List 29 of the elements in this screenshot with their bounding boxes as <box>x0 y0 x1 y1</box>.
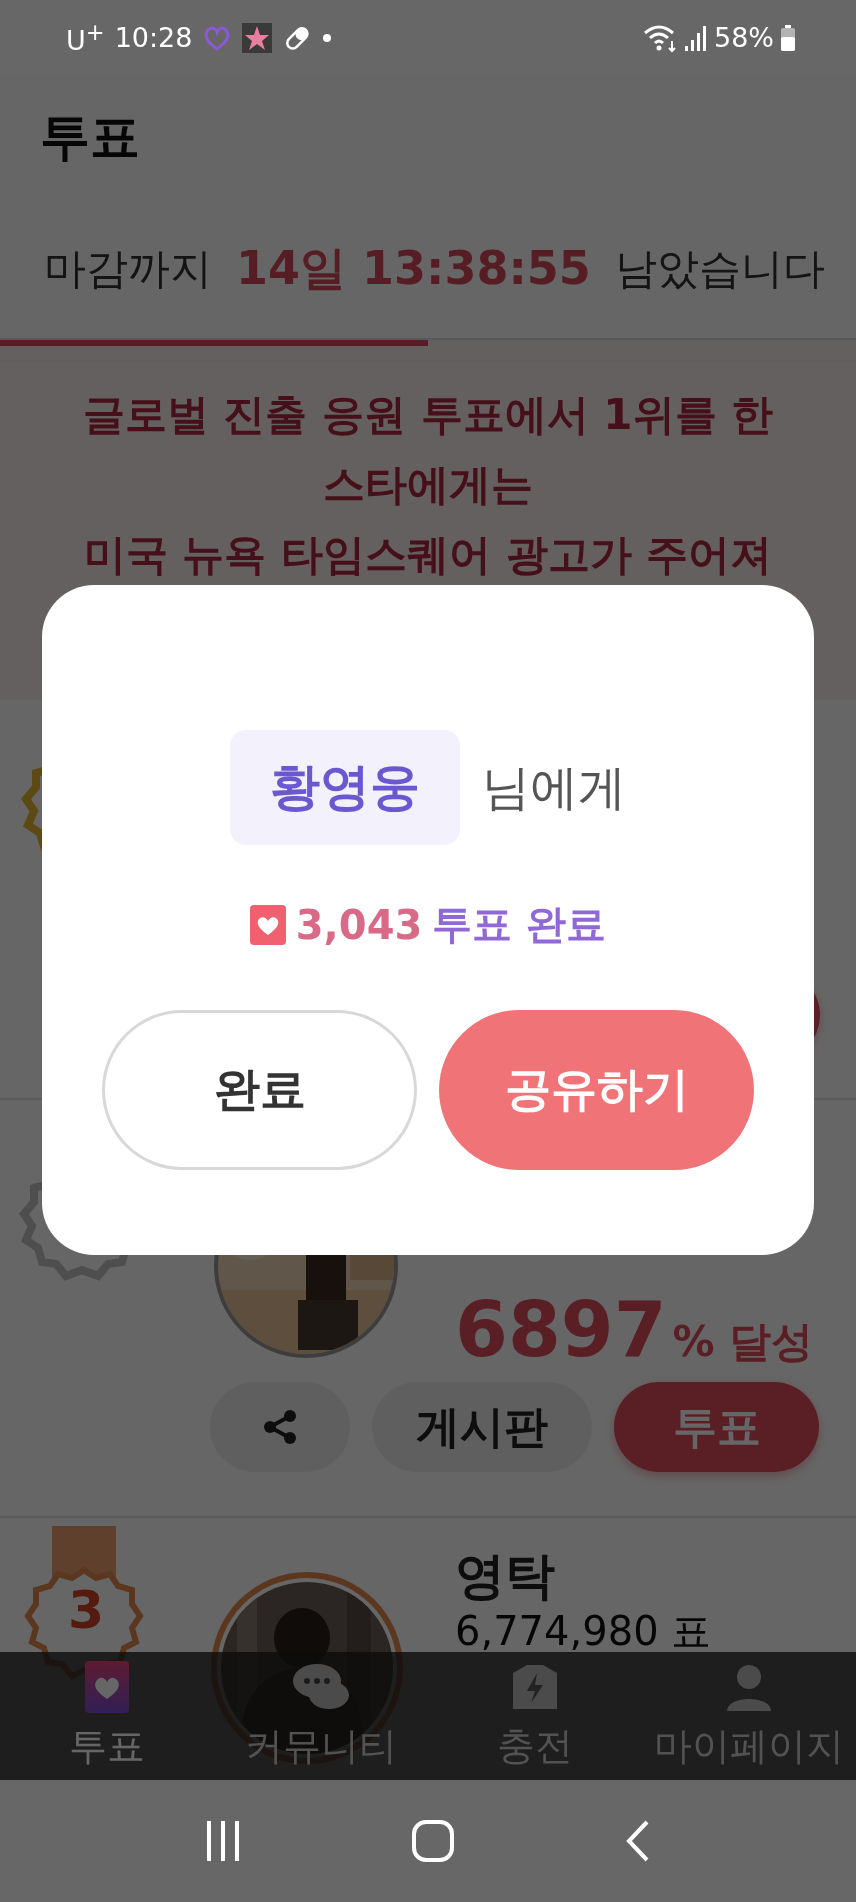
clock: 10:28 <box>114 22 193 53</box>
achievement-label: % 달성 <box>672 1316 814 1368</box>
wifi-icon <box>642 22 678 53</box>
page-title: 투표 <box>40 107 140 168</box>
vote-complete-text: 투표 완료 <box>432 900 607 949</box>
heart-card-icon <box>249 904 286 945</box>
vote-total: 6,774,980 표 <box>455 1607 712 1656</box>
recipient-name: 황영웅 <box>230 730 460 845</box>
vote-button[interactable]: 투표 <box>614 1382 819 1472</box>
signal-icon <box>684 23 708 52</box>
achievement-percent: 6897 <box>455 1285 667 1374</box>
board-button[interactable]: 게시판 <box>372 1382 592 1472</box>
battery-percentage: 58% <box>714 22 774 53</box>
vote-count: 3,043 <box>295 901 423 948</box>
banner-text: 글로벌 진출 응원 투표에서 1위를 한 스타에게는 미국 뉴욕 타임스퀘어 광고가 주어져 <box>82 389 774 581</box>
carrier-label: U$^{+}$ <box>66 19 105 56</box>
remaining-suffix: 남았습니다 <box>614 243 825 295</box>
heart-card-icon <box>85 1660 129 1713</box>
star-name: 영탁 <box>455 1546 556 1606</box>
remaining-time: 14일 13:38:55 <box>236 240 591 297</box>
star-app-icon <box>242 22 273 53</box>
recipient-suffix: 님에게 <box>482 757 626 817</box>
battery-icon <box>780 23 796 52</box>
share-button[interactable]: 공유하기 <box>439 1010 754 1170</box>
home-icon[interactable] <box>410 1818 456 1864</box>
deadline-label: 마감까지 <box>44 243 212 295</box>
rank-number: 3 <box>68 1580 105 1640</box>
done-button[interactable]: 완료 <box>102 1010 417 1170</box>
notification-dot-icon <box>322 32 333 43</box>
